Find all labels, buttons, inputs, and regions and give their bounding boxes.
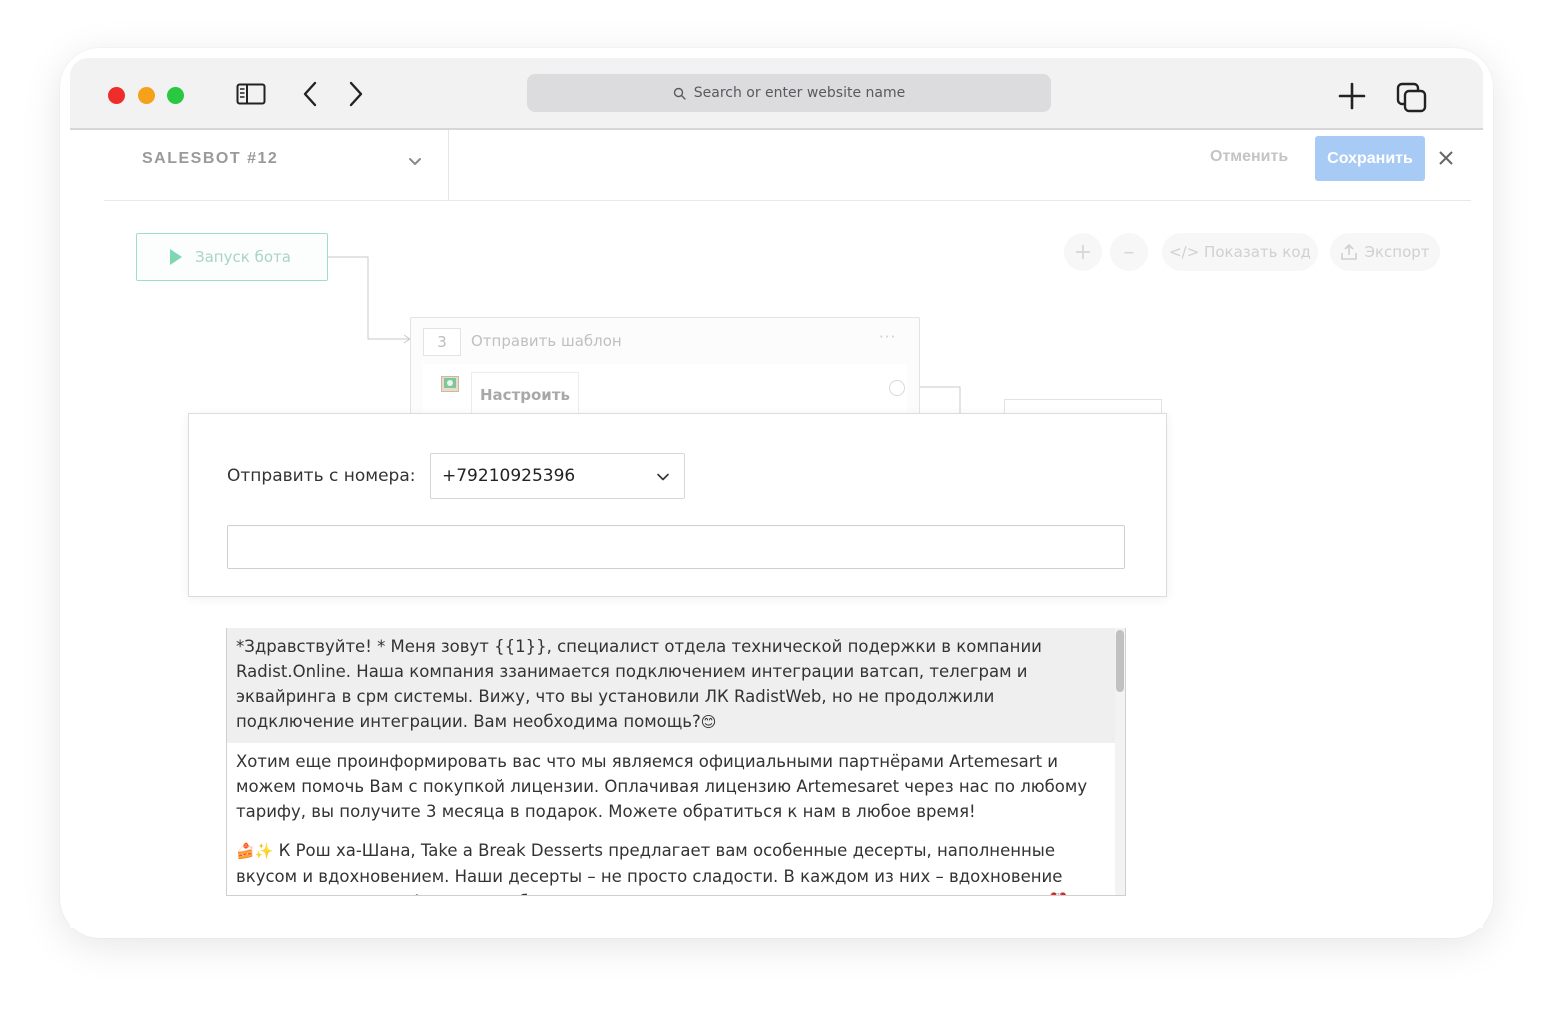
play-icon xyxy=(170,249,182,265)
chevron-down-icon[interactable] xyxy=(408,154,422,168)
template-option[interactable]: Хотим еще проинформировать вас что мы яв… xyxy=(227,743,1115,832)
export-button[interactable]: Экспорт xyxy=(1330,233,1440,271)
template-text: К Рош ха-Шана, Take a Break Desserts пре… xyxy=(236,841,1069,895)
step-more-menu[interactable]: ··· xyxy=(879,328,896,346)
bot-name-title[interactable]: SALESBOT #12 xyxy=(142,150,278,168)
zoom-out-button[interactable]: – xyxy=(1110,233,1148,271)
step-number: 3 xyxy=(423,328,461,356)
save-button[interactable]: Сохранить xyxy=(1315,136,1425,181)
browser-toolbar: Search or enter website name xyxy=(70,58,1483,130)
scrollbar-thumb[interactable] xyxy=(1116,630,1124,692)
zoom-in-button[interactable]: + xyxy=(1064,233,1102,271)
maximize-window-button[interactable] xyxy=(167,87,184,104)
whatsapp-icon xyxy=(441,376,459,392)
back-arrow-icon[interactable] xyxy=(300,80,320,108)
template-dropdown[interactable]: *Здравствуйте! * Меня зовут {{1}}, специ… xyxy=(226,628,1126,896)
template-text: Хотим еще проинформировать вас что мы яв… xyxy=(236,752,1088,821)
right-rail xyxy=(1470,130,1483,928)
send-from-label: Отправить с номера: xyxy=(227,466,416,486)
close-icon[interactable] xyxy=(1438,150,1454,166)
header-divider xyxy=(448,130,449,200)
cake-sparkles-emoji-icon: 🍰✨ xyxy=(236,842,274,860)
step-output-port[interactable] xyxy=(889,380,905,396)
template-option[interactable]: *Здравствуйте! * Меня зовут {{1}}, специ… xyxy=(227,628,1115,743)
show-code-button[interactable]: </> Показать код xyxy=(1162,233,1318,271)
template-settings-modal: Отправить с номера: +79210925396 xyxy=(188,413,1167,597)
template-text: *Здравствуйте! * Меня зовут {{1}}, специ… xyxy=(236,637,1042,731)
tabs-overview-icon[interactable] xyxy=(1396,81,1428,113)
search-icon xyxy=(673,87,686,100)
smile-emoji-icon: 😊 xyxy=(700,713,717,731)
phone-number-value: +79210925396 xyxy=(442,466,576,486)
left-rail xyxy=(70,130,105,928)
step-title: Отправить шаблон xyxy=(471,332,622,350)
phone-number-select[interactable]: +79210925396 xyxy=(430,453,685,499)
minimize-window-button[interactable] xyxy=(138,87,155,104)
template-option[interactable]: 🍰✨ К Рош ха-Шана, Take a Break Desserts … xyxy=(227,832,1115,895)
editor-header: SALESBOT #12 Отменить Сохранить xyxy=(104,130,1471,201)
dropdown-scrollbar[interactable] xyxy=(1115,628,1125,895)
chevron-down-icon xyxy=(657,473,669,481)
upload-icon xyxy=(1341,243,1358,260)
sidebar-toggle-icon[interactable] xyxy=(236,83,266,105)
cancel-button[interactable]: Отменить xyxy=(1210,148,1288,166)
start-bot-node[interactable]: Запуск бота xyxy=(136,233,328,281)
template-list: *Здравствуйте! * Меня зовут {{1}}, специ… xyxy=(227,628,1115,895)
setup-button[interactable]: Настроить xyxy=(471,372,579,418)
address-bar[interactable]: Search or enter website name xyxy=(527,74,1051,112)
start-node-label: Запуск бота xyxy=(195,248,291,266)
export-label: Экспорт xyxy=(1364,243,1430,261)
close-window-button[interactable] xyxy=(108,87,125,104)
forward-arrow-icon[interactable] xyxy=(346,80,366,108)
template-search-input[interactable] xyxy=(227,525,1125,569)
new-tab-plus-icon[interactable] xyxy=(1337,81,1367,111)
address-placeholder: Search or enter website name xyxy=(693,85,906,101)
